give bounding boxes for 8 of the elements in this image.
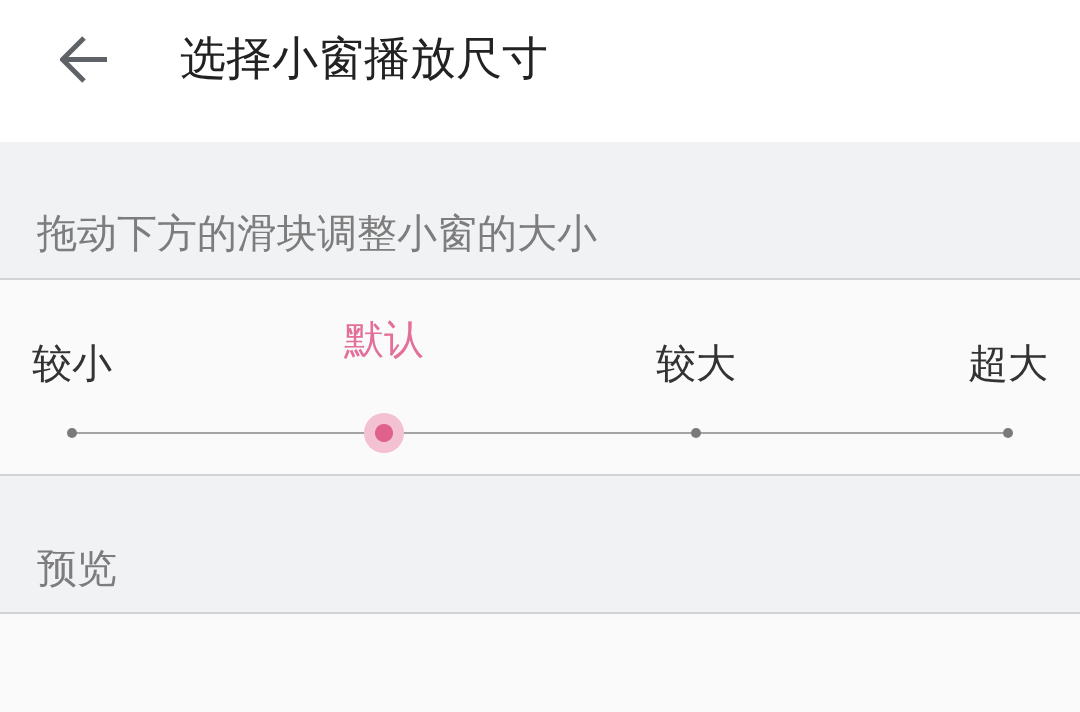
page-title: 选择小窗播放尺寸 — [180, 31, 548, 87]
arrow-left-icon[interactable] — [60, 35, 108, 83]
hint-text: 拖动下方的滑块调整小窗的大小 — [37, 209, 598, 257]
slider-thumb[interactable] — [364, 413, 404, 453]
size-option-label[interactable]: 较大 — [656, 339, 736, 387]
size-option-label[interactable]: 较小 — [32, 339, 112, 387]
section-heading: 预览 — [37, 544, 118, 592]
size-option-label[interactable]: 超大 — [968, 339, 1048, 387]
